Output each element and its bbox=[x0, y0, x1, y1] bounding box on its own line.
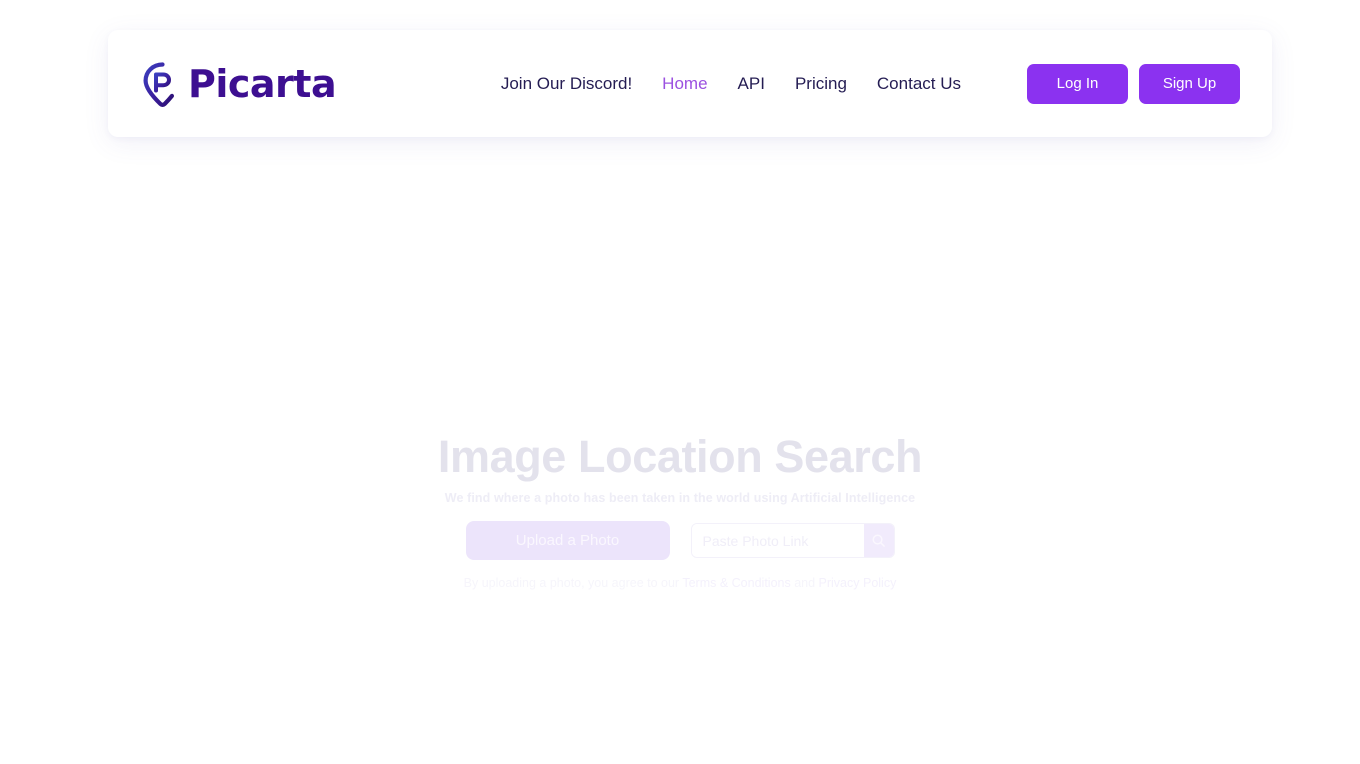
nav-link-contact-us[interactable]: Contact Us bbox=[877, 74, 961, 94]
nav-link-pricing[interactable]: Pricing bbox=[795, 74, 847, 94]
auth-buttons: Log In Sign Up bbox=[1027, 63, 1240, 104]
main-nav: Join Our Discord! Home API Pricing Conta… bbox=[501, 63, 1240, 104]
hero-actions: Upload a Photo bbox=[0, 521, 1360, 561]
search-icon bbox=[871, 533, 886, 548]
photo-link-input[interactable] bbox=[691, 524, 864, 558]
page-root: Picarta Join Our Discord! Home API Prici… bbox=[0, 0, 1360, 764]
site-header: Picarta Join Our Discord! Home API Prici… bbox=[108, 30, 1272, 137]
brand-wordmark: Picarta bbox=[188, 61, 337, 106]
upload-photo-button[interactable]: Upload a Photo bbox=[465, 521, 670, 561]
hero-subtitle: We find where a photo has been taken in … bbox=[444, 491, 916, 506]
nav-link-home[interactable]: Home bbox=[662, 74, 707, 94]
page-title: Image Location Search bbox=[437, 431, 923, 482]
log-in-button[interactable]: Log In bbox=[1027, 63, 1128, 104]
hero-section: Image Location Search We find where a ph… bbox=[0, 430, 1360, 590]
terms-middle-text: and bbox=[790, 576, 819, 591]
map-pin-p-icon bbox=[142, 61, 184, 107]
search-button[interactable] bbox=[863, 524, 894, 558]
privacy-policy-link[interactable]: Privacy Policy bbox=[819, 576, 897, 590]
logo-home-link[interactable]: Picarta bbox=[142, 61, 337, 107]
nav-link-discord[interactable]: Join Our Discord! bbox=[501, 74, 632, 94]
terms-prefix-text: By uploading a photo, you agree to our bbox=[463, 576, 683, 591]
nav-link-api[interactable]: API bbox=[738, 74, 765, 94]
terms-disclaimer: By uploading a photo, you agree to our T… bbox=[0, 576, 1360, 590]
sign-up-button[interactable]: Sign Up bbox=[1139, 63, 1240, 104]
photo-link-group bbox=[690, 523, 895, 559]
terms-and-conditions-link[interactable]: Terms & Conditions bbox=[682, 576, 790, 590]
